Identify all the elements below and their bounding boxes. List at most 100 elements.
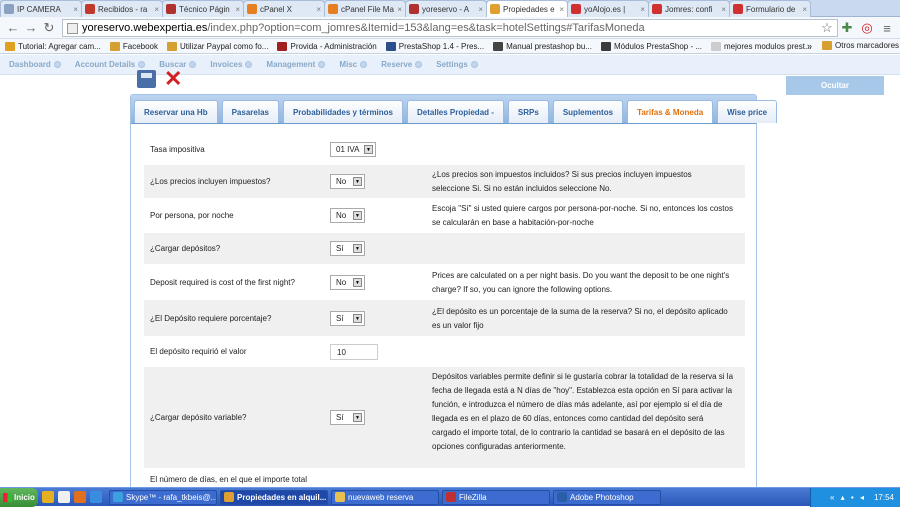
description-line: opciones configuradas anteriormente. [432, 442, 566, 451]
browser-tab[interactable]: Jomres: confi × [648, 0, 730, 17]
close-icon[interactable]: × [640, 5, 645, 14]
back-arrow-icon[interactable]: ← [4, 19, 22, 37]
settings-tab-wise-price[interactable]: Wise price [717, 100, 778, 123]
setting-select[interactable]: No ▼ [330, 275, 365, 290]
cancel-x-icon[interactable]: ✕ [164, 68, 186, 90]
admin-menu-dashboard[interactable]: Dashboard [9, 60, 61, 69]
browser-tab[interactable]: cPanel X × [243, 0, 325, 17]
settings-row-tasa-impositiva: Tasa impositiva 01 IVA ▼ [144, 134, 745, 165]
bookmark-item[interactable]: Provida - Administración [277, 41, 377, 51]
forward-arrow-icon[interactable]: → [22, 19, 40, 37]
select-value: No [336, 211, 347, 220]
bookmark-icon [277, 41, 288, 51]
setting-select[interactable]: No ▼ [330, 174, 365, 189]
browser-tab[interactable]: yoAlojo.es | × [567, 0, 649, 17]
close-icon[interactable]: × [397, 5, 402, 14]
browser-tab[interactable]: cPanel File Ma × [324, 0, 406, 17]
admin-menu-label: Settings [436, 60, 468, 69]
settings-tab-suplementos[interactable]: Suplementos [552, 100, 624, 123]
save-icon[interactable] [137, 70, 156, 88]
more-bookmarks-chevron[interactable]: » [807, 41, 812, 51]
settings-tab-probabilidades-y-terminos[interactable]: Probabilidades y términos [282, 100, 403, 123]
close-icon[interactable]: × [316, 5, 321, 14]
bookmark-item[interactable]: Utilizar Paypal como fo... [167, 41, 269, 51]
hide-button[interactable]: Ocultar [786, 76, 884, 95]
admin-menu-management[interactable]: Management [266, 60, 326, 69]
chrome-quicklaunch-icon[interactable] [42, 491, 54, 503]
window-app-icon [224, 492, 234, 502]
bookmark-label: Provida - Administración [290, 41, 377, 51]
browser-tab[interactable]: Formulario de × [729, 0, 811, 17]
settings-tab-detalles-propiedad[interactable]: Detalles Propiedad - [407, 100, 504, 123]
page-content: Dashboard Account Details Buscar Invoices Ma… [0, 55, 900, 487]
browser-tab-label: Recibidos - ra [98, 4, 148, 14]
bookmark-label: mejores modulos prest... [724, 41, 812, 51]
taskbar-window-nuevaweb-reserva[interactable]: nuevaweb reserva [331, 489, 439, 505]
browser-tab[interactable]: Técnico Págin × [162, 0, 244, 17]
select-value: Sí [336, 244, 344, 253]
settings-tab-srps[interactable]: SRPs [507, 100, 549, 123]
bookmark-star-icon[interactable]: ☆ [818, 19, 836, 37]
admin-menu-invoices[interactable]: Invoices [210, 60, 253, 69]
url-path: /index.php?option=com_jomres&Itemid=153&… [207, 22, 645, 34]
firefox-quicklaunch-icon[interactable] [74, 491, 86, 503]
settings-tab-tarifas-moneda[interactable]: Tarifas & Moneda [627, 100, 714, 123]
taskbar-window-skype-rafa-tkbeis[interactable]: Skype™ - rafa_tkbeis@... [109, 489, 217, 505]
opera-extension-icon[interactable]: ◎ [858, 19, 876, 37]
setting-input[interactable]: 10 [330, 344, 378, 360]
setting-select[interactable]: No ▼ [330, 208, 365, 223]
taskbar-window-label: Skype™ - rafa_tkbeis@... [126, 492, 217, 502]
bookmark-item[interactable]: mejores modulos prest... [711, 41, 812, 51]
close-icon[interactable]: × [559, 5, 564, 14]
taskbar-window-filezilla[interactable]: FileZilla [442, 489, 550, 505]
start-button[interactable]: Inicio [0, 487, 38, 507]
bookmark-item[interactable]: Módulos PrestaShop - ... [600, 41, 702, 51]
taskbar-window-adobe-photoshop[interactable]: Adobe Photoshop [553, 489, 661, 505]
admin-menu-settings[interactable]: Settings [436, 60, 478, 69]
setting-label: Tasa impositiva [150, 145, 205, 154]
browser-tab[interactable]: yoreservo - A × [405, 0, 487, 17]
close-icon[interactable]: × [154, 5, 159, 14]
settings-tab-strip: Reservar una Hb Pasarelas Probabilidades y… [131, 95, 778, 124]
browser-tab[interactable]: Propiedades e × [486, 0, 568, 17]
select-value: Sí [336, 413, 344, 422]
setting-select[interactable]: Sí ▼ [330, 311, 365, 326]
bookmark-item[interactable]: PrestaShop 1.4 - Pres... [385, 41, 484, 51]
settings-tab-reservar-una-hb[interactable]: Reservar una Hb [134, 100, 218, 123]
close-icon[interactable]: × [721, 5, 726, 14]
browser-tab[interactable]: Recibidos - ra × [81, 0, 163, 17]
admin-menu-reserve[interactable]: Reserve [381, 60, 423, 69]
dropdown-dot-icon [470, 61, 478, 68]
other-bookmarks-folder[interactable]: Otros marcadores [822, 41, 899, 50]
bookmark-label: Manual prestashop bu... [506, 41, 592, 51]
select-value: Sí [336, 314, 344, 323]
reload-icon[interactable]: ↻ [40, 19, 58, 37]
close-icon[interactable]: × [235, 5, 240, 14]
setting-select[interactable]: Sí ▼ [330, 410, 365, 425]
bookmark-item[interactable]: Manual prestashop bu... [493, 41, 592, 51]
explorer-quicklaunch-icon[interactable] [58, 491, 70, 503]
folder-icon [822, 41, 832, 50]
close-icon[interactable]: × [73, 5, 78, 14]
close-icon[interactable]: × [802, 5, 807, 14]
bookmark-label: Utilizar Paypal como fo... [180, 41, 269, 51]
settings-tab-pasarelas[interactable]: Pasarelas [221, 100, 279, 123]
settings-wrench-icon[interactable]: ≡ [878, 19, 896, 37]
settings-row-cargar-depositos: ¿Cargar depósitos? Sí ▼ [144, 233, 745, 265]
setting-select[interactable]: 01 IVA ▼ [330, 142, 376, 157]
tray-icons: « ▴ ▪ ◂ [829, 493, 866, 502]
description-line: ¿El depósito es un porcentaje de la suma… [432, 307, 728, 316]
taskbar-window-propiedades-en-alqui[interactable]: Propiedades en alquil... [220, 489, 328, 505]
admin-menu-misc[interactable]: Misc [339, 60, 368, 69]
ie-quicklaunch-icon[interactable] [90, 491, 102, 503]
address-bar[interactable]: yoreservo.webexpertia.es/index.php?optio… [62, 19, 838, 37]
bookmark-item[interactable]: Tutorial: Agregar cam... [5, 41, 101, 51]
bookmark-item[interactable]: Facebook [109, 41, 158, 51]
chevron-down-icon: ▼ [353, 244, 362, 253]
extension-icon[interactable]: ✚ [838, 19, 856, 37]
close-icon[interactable]: × [478, 5, 483, 14]
admin-menu-account-details[interactable]: Account Details [75, 60, 146, 69]
browser-tab[interactable]: IP CAMERA × [0, 0, 82, 17]
setting-select[interactable]: Sí ▼ [330, 241, 365, 256]
admin-menu-label: Management [266, 60, 316, 69]
